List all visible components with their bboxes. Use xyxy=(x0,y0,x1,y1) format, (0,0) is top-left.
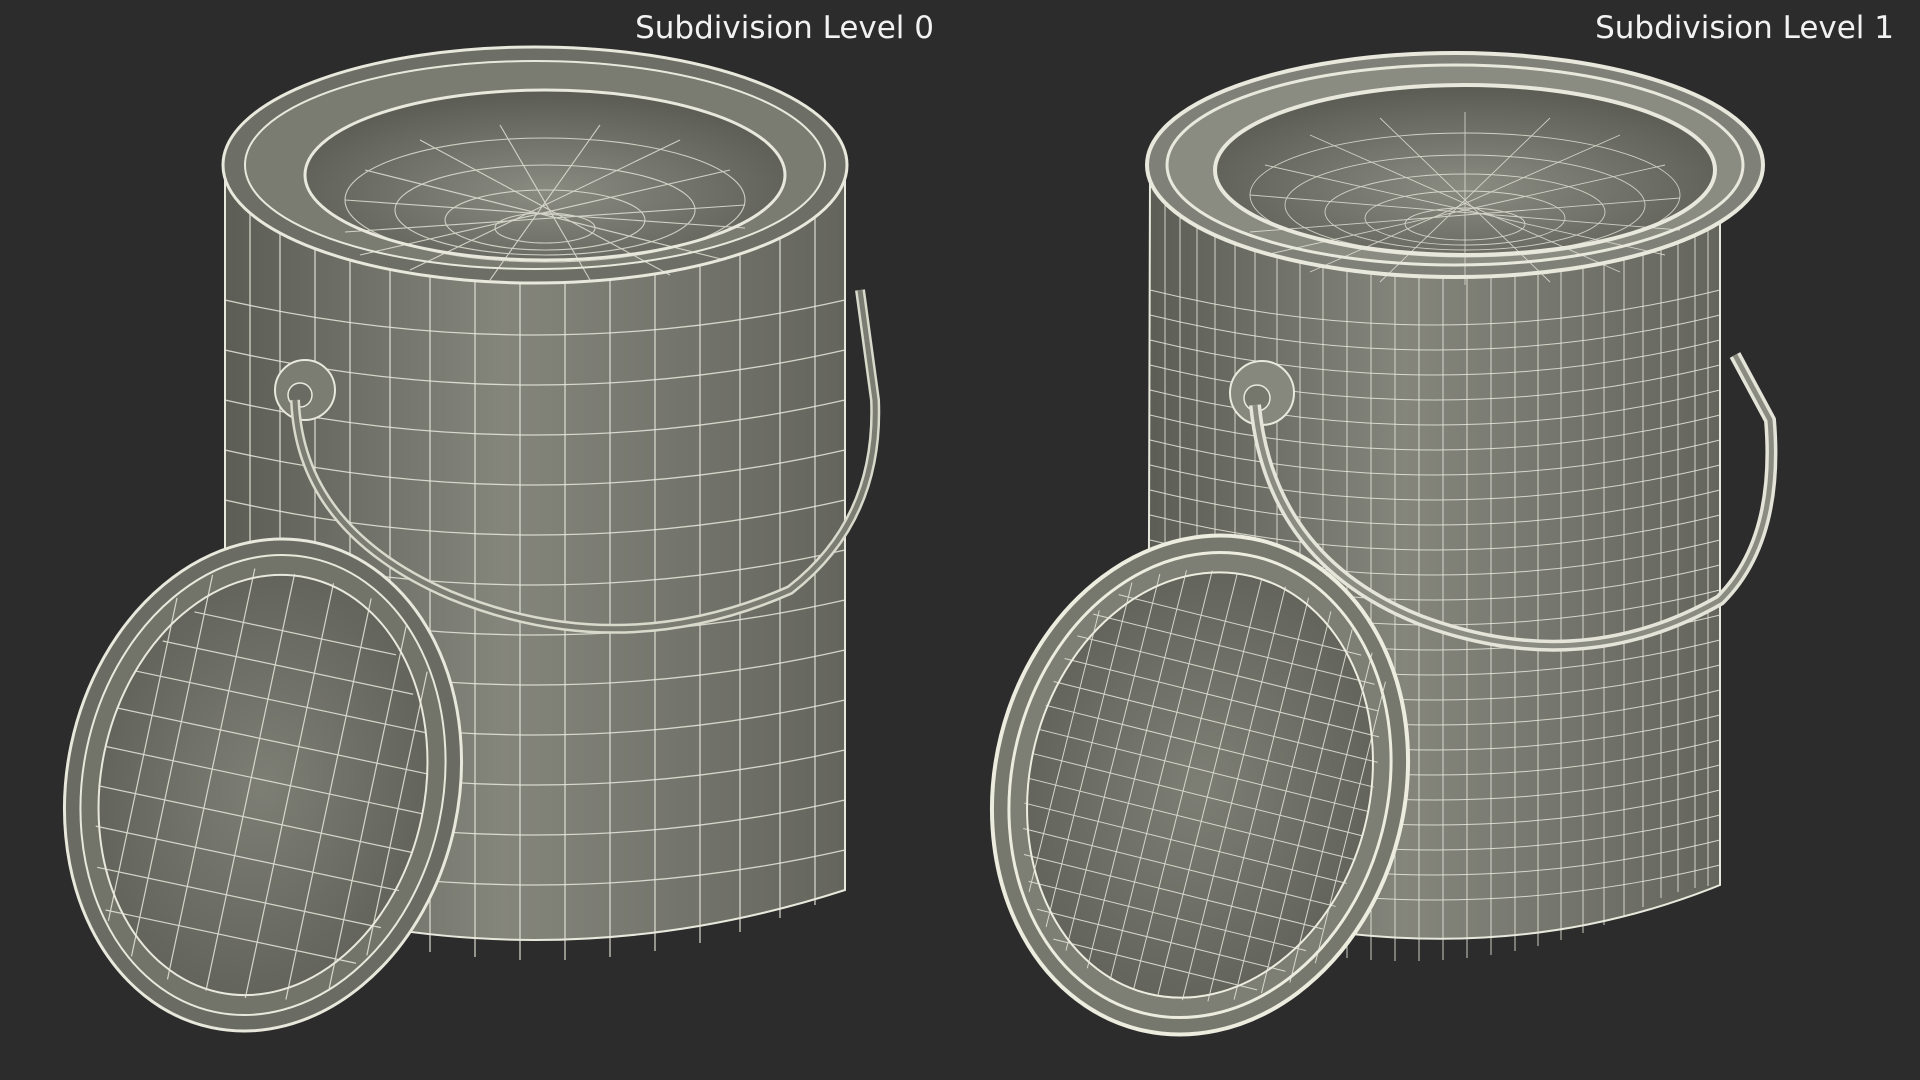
paint-can-level-0 xyxy=(62,45,881,1033)
paint-can-level-1 xyxy=(989,51,1778,1037)
subdivision-level-0-label: Subdivision Level 0 xyxy=(635,10,934,46)
subdivision-level-1-label: Subdivision Level 1 xyxy=(1595,10,1894,46)
render-viewport: Subdivision Level 0 Subdivision Level 1 xyxy=(0,0,1920,1080)
wireframe-render xyxy=(62,45,1778,1037)
can-top-opening xyxy=(303,88,787,262)
